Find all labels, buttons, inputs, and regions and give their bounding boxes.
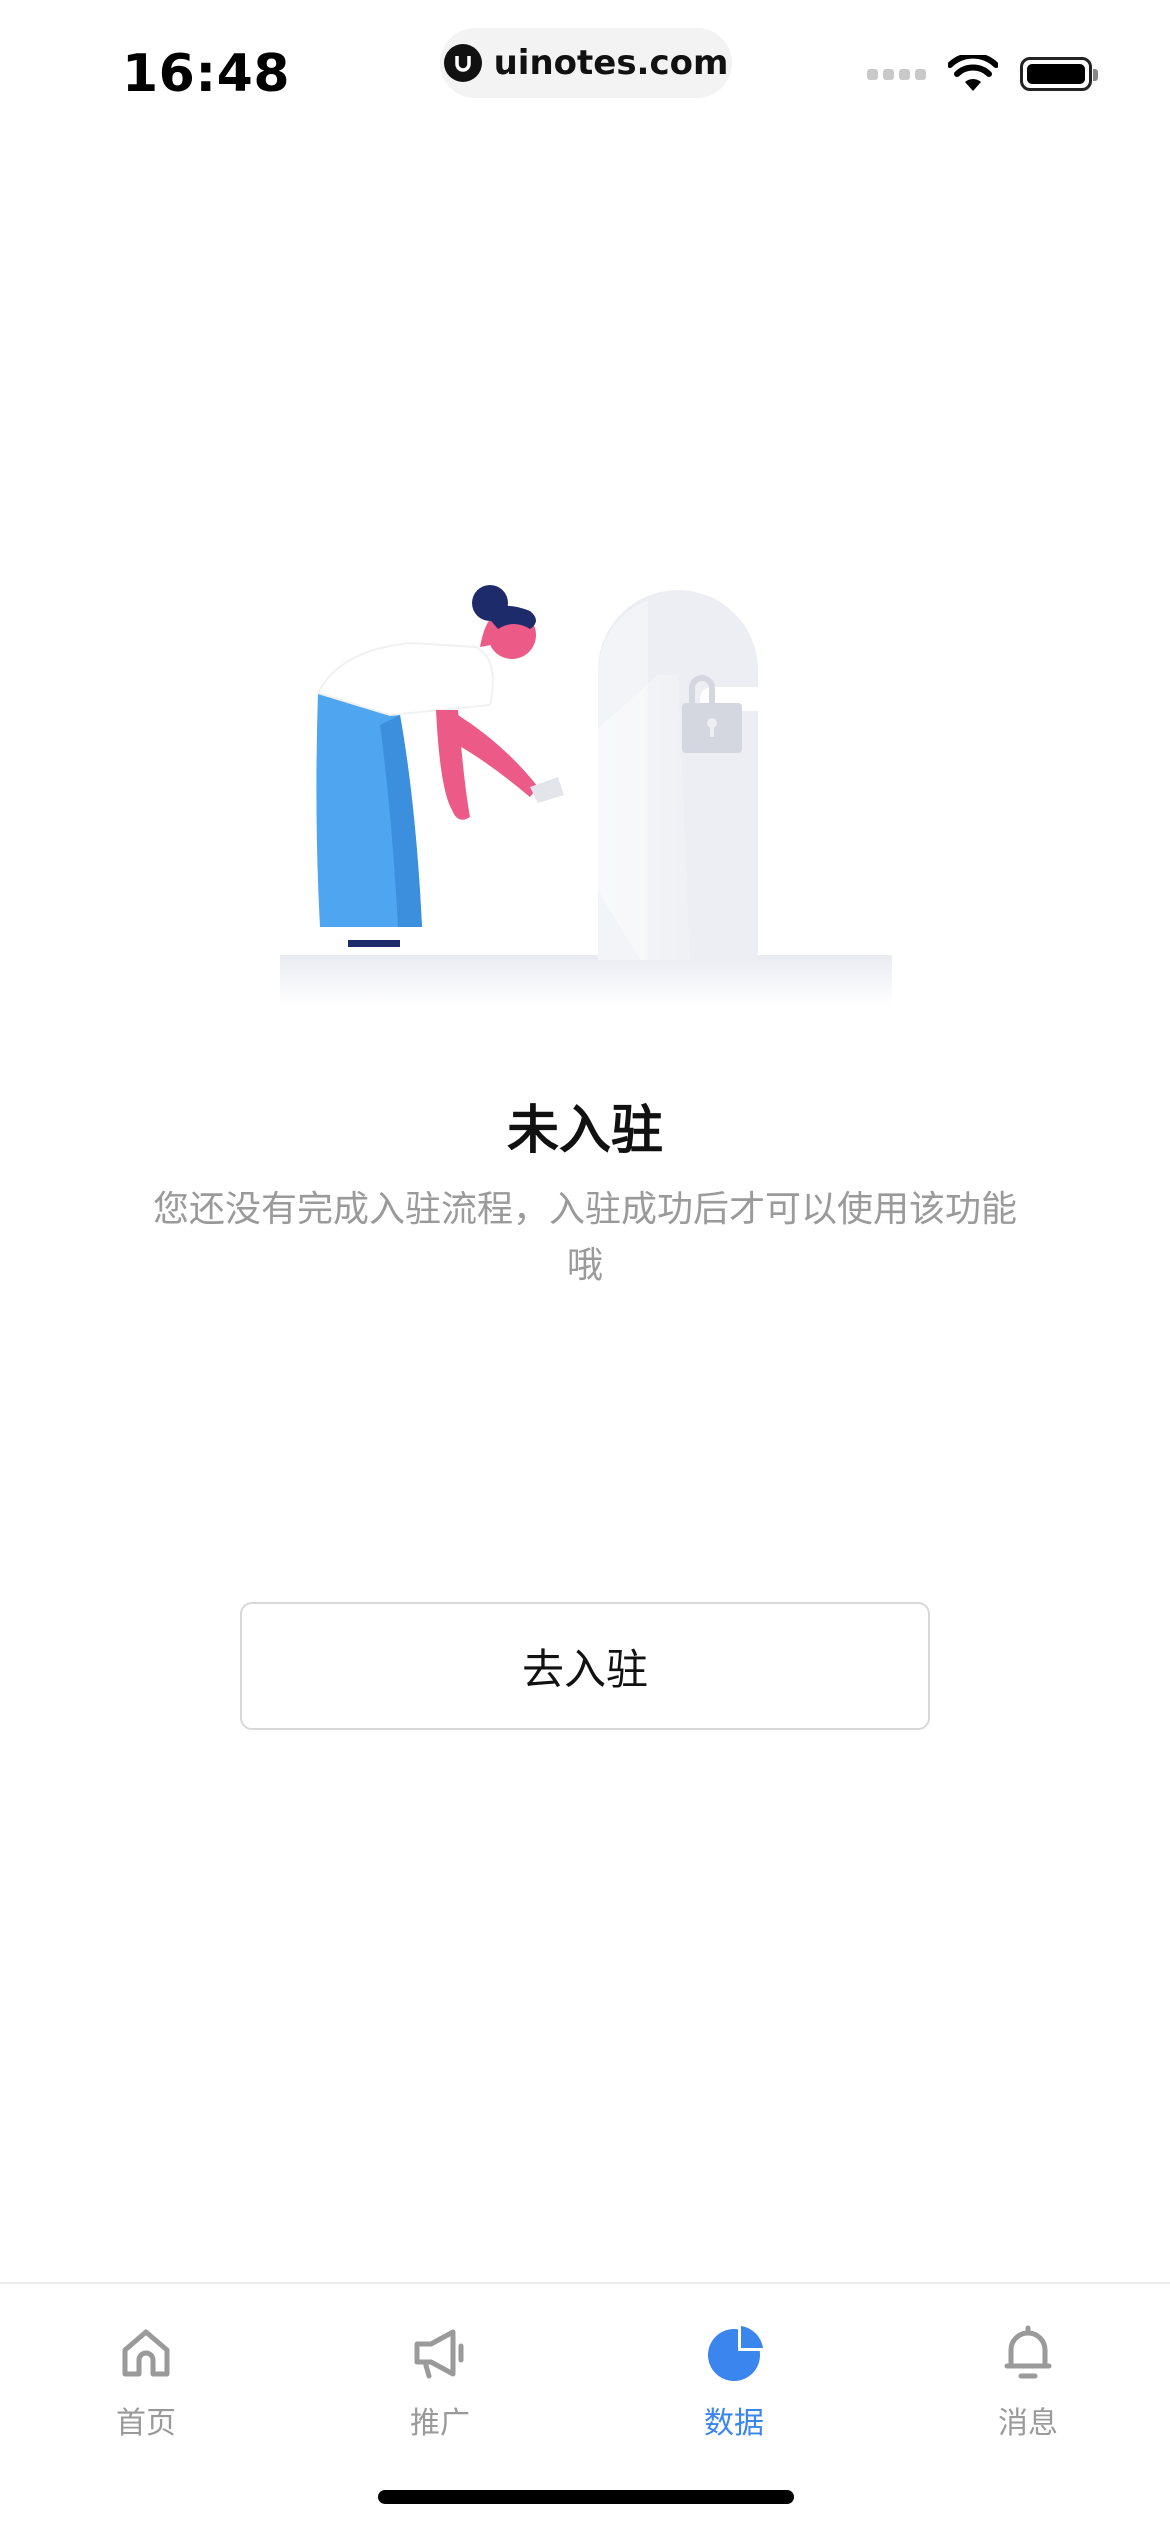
url-text: uinotes.com <box>493 43 729 83</box>
screen: 16:48 uinotes.com 未入驻 您还没有完成入驻流程，入驻成功后才可… <box>0 0 1170 2532</box>
tab-label-home: 首页 <box>116 2406 176 2441</box>
status-time: 16:48 <box>122 44 291 104</box>
url-pill[interactable]: uinotes.com <box>440 28 732 98</box>
battery-icon <box>1020 57 1098 91</box>
join-button[interactable]: 去入驻 <box>240 1602 930 1730</box>
status-icons <box>867 55 1098 93</box>
tab-promote[interactable]: 推广 <box>360 2320 520 2460</box>
tab-data[interactable]: 数据 <box>654 2320 814 2460</box>
wifi-icon <box>948 55 998 91</box>
locked-door-illustration <box>280 585 892 1005</box>
cellular-signal-icon <box>867 68 926 80</box>
tab-messages[interactable]: 消息 <box>948 2320 1108 2460</box>
tab-label-promote: 推广 <box>410 2406 470 2441</box>
bell-icon <box>1004 2325 1052 2379</box>
site-logo-icon <box>443 44 482 82</box>
empty-state-description: 您还没有完成入驻流程，入驻成功后才可以使用该功能哦 <box>152 1189 1017 1286</box>
pie-chart-icon <box>708 2326 763 2381</box>
tab-label-messages: 消息 <box>998 2406 1058 2441</box>
megaphone-icon <box>414 2329 464 2379</box>
tab-home[interactable]: 首页 <box>66 2320 226 2460</box>
tab-label-data: 数据 <box>704 2406 764 2441</box>
home-icon <box>122 2329 170 2377</box>
empty-state-title: 未入驻 <box>506 1101 663 1161</box>
home-indicator[interactable] <box>378 2490 794 2504</box>
